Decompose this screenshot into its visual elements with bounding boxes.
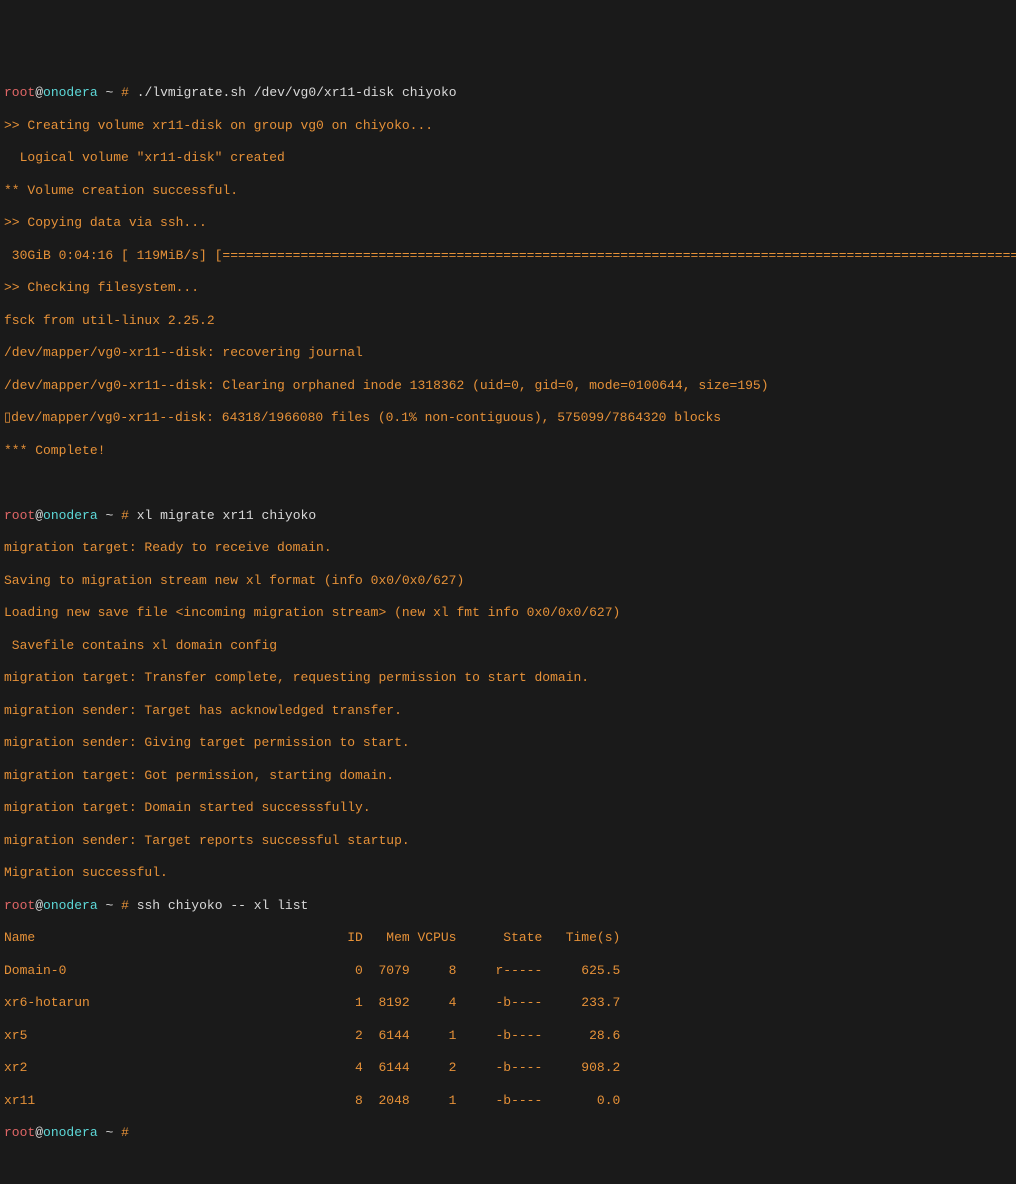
output-line: Saving to migration stream new xl format… bbox=[4, 573, 1012, 589]
prompt-symbol: # bbox=[121, 1125, 129, 1140]
prompt-host: onodera bbox=[43, 898, 98, 913]
progress-line: 30GiB 0:04:16 [ 119MiB/s] [=============… bbox=[4, 248, 1012, 264]
output-line: Migration successful. bbox=[4, 865, 1012, 881]
prompt-at: @ bbox=[35, 85, 43, 100]
table-row: xr5 2 6144 1 -b---- 28.6 bbox=[4, 1028, 1012, 1044]
output-line: /dev/mapper/vg0-xr11--disk: Clearing orp… bbox=[4, 378, 1012, 394]
prompt-at: @ bbox=[35, 508, 43, 523]
prompt-symbol: # bbox=[121, 508, 129, 523]
output-line: Logical volume "xr11-disk" created bbox=[4, 150, 1012, 166]
output-line: migration target: Transfer complete, req… bbox=[4, 670, 1012, 686]
table-row: xr2 4 6144 2 -b---- 908.2 bbox=[4, 1060, 1012, 1076]
output-line: Loading new save file <incoming migratio… bbox=[4, 605, 1012, 621]
prompt-user: root bbox=[4, 1125, 35, 1140]
output-line: migration target: Got permission, starti… bbox=[4, 768, 1012, 784]
output-line: >> Checking filesystem... bbox=[4, 280, 1012, 296]
prompt-line-3: root@onodera ~ # ssh chiyoko -- xl list bbox=[4, 898, 1012, 914]
prompt-symbol: # bbox=[121, 85, 129, 100]
prompt-host: onodera bbox=[43, 1125, 98, 1140]
output-line: >> Copying data via ssh... bbox=[4, 215, 1012, 231]
command-1: ./lvmigrate.sh /dev/vg0/xr11-disk chiyok… bbox=[137, 85, 457, 100]
output-line: Savefile contains xl domain config bbox=[4, 638, 1012, 654]
prompt-path: ~ bbox=[105, 898, 113, 913]
output-line: /dev/mapper/vg0-xr11--disk: recovering j… bbox=[4, 345, 1012, 361]
prompt-line-4[interactable]: root@onodera ~ # bbox=[4, 1125, 1012, 1141]
output-line: migration sender: Giving target permissi… bbox=[4, 735, 1012, 751]
output-line: ** Volume creation successful. bbox=[4, 183, 1012, 199]
output-line: >> Creating volume xr11-disk on group vg… bbox=[4, 118, 1012, 134]
table-header: Name ID Mem VCPUs State Time(s) bbox=[4, 930, 1012, 946]
prompt-host: onodera bbox=[43, 508, 98, 523]
blank-line bbox=[4, 475, 1012, 491]
prompt-user: root bbox=[4, 898, 35, 913]
output-line: migration target: Domain started success… bbox=[4, 800, 1012, 816]
prompt-path: ~ bbox=[105, 1125, 113, 1140]
table-row: xr11 8 2048 1 -b---- 0.0 bbox=[4, 1093, 1012, 1109]
terminal-output[interactable]: root@onodera ~ # ./lvmigrate.sh /dev/vg0… bbox=[4, 69, 1012, 1158]
output-line: *** Complete! bbox=[4, 443, 1012, 459]
output-line: migration sender: Target reports success… bbox=[4, 833, 1012, 849]
command-2: xl migrate xr11 chiyoko bbox=[137, 508, 316, 523]
table-row: xr6-hotarun 1 8192 4 -b---- 233.7 bbox=[4, 995, 1012, 1011]
prompt-user: root bbox=[4, 85, 35, 100]
prompt-path: ~ bbox=[105, 85, 113, 100]
prompt-path: ~ bbox=[105, 508, 113, 523]
prompt-symbol: # bbox=[121, 898, 129, 913]
command-3: ssh chiyoko -- xl list bbox=[137, 898, 309, 913]
prompt-line-1: root@onodera ~ # ./lvmigrate.sh /dev/vg0… bbox=[4, 85, 1012, 101]
prompt-at: @ bbox=[35, 1125, 43, 1140]
prompt-at: @ bbox=[35, 898, 43, 913]
prompt-line-2: root@onodera ~ # xl migrate xr11 chiyoko bbox=[4, 508, 1012, 524]
output-line: migration target: Ready to receive domai… bbox=[4, 540, 1012, 556]
output-line: fsck from util-linux 2.25.2 bbox=[4, 313, 1012, 329]
prompt-user: root bbox=[4, 508, 35, 523]
prompt-host: onodera bbox=[43, 85, 98, 100]
output-line: ▯dev/mapper/vg0-xr11--disk: 64318/196608… bbox=[4, 410, 1012, 426]
table-row: Domain-0 0 7079 8 r----- 625.5 bbox=[4, 963, 1012, 979]
output-line: migration sender: Target has acknowledge… bbox=[4, 703, 1012, 719]
